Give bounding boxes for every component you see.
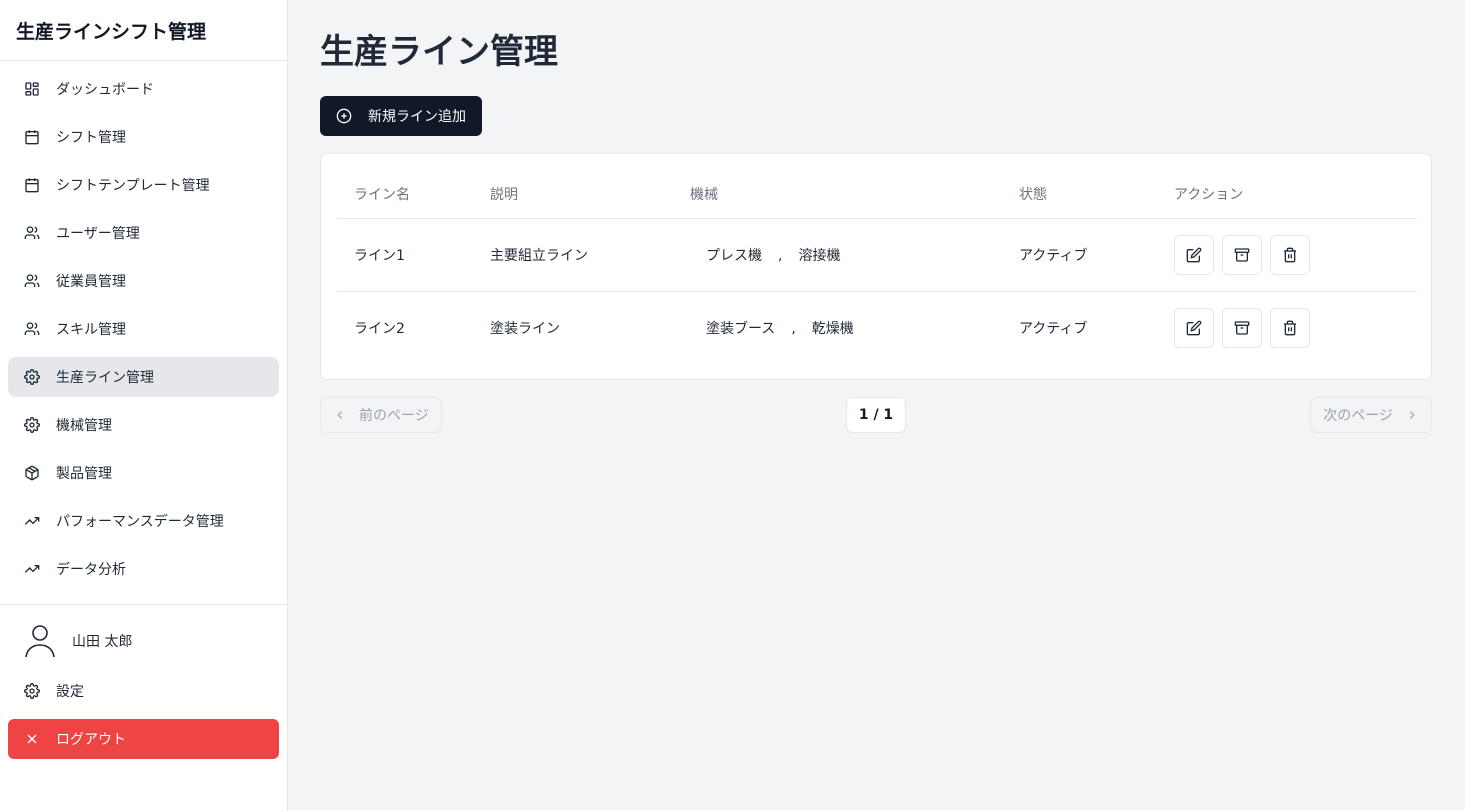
chevron-right-icon [1409, 411, 1415, 419]
delete-button[interactable] [1270, 307, 1310, 348]
sidebar-item-users[interactable]: ユーザー管理 [8, 213, 279, 253]
line-name: ライン1 [337, 218, 473, 292]
edit-button[interactable] [1174, 234, 1214, 275]
column-header-description: 説明 [473, 170, 673, 219]
column-header-name: ライン名 [337, 170, 473, 219]
table-header-row: ライン名 説明 機械 状態 アクション [337, 170, 1417, 219]
machine-name: プレス機 [706, 247, 762, 264]
user-name: 山田 太郎 [72, 634, 133, 650]
chevron-left-icon [337, 411, 343, 419]
line-description: 塗装ライン [490, 320, 560, 337]
gear-icon [24, 417, 40, 433]
lines-table: ライン名 説明 機械 状態 アクション ライン1 主要組立ライン プレス機, 溶接… [337, 170, 1417, 364]
sidebar-item-label: パフォーマンスデータ管理 [56, 514, 224, 530]
sidebar-item-label: ダッシュボード [56, 82, 154, 98]
page-indicator: 1 / 1 [845, 397, 907, 433]
line-machines: 塗装ブース, 乾燥機 [673, 291, 1002, 364]
delete-button[interactable] [1270, 234, 1310, 275]
pagination: 前のページ 1 / 1 次のページ [320, 397, 1432, 433]
dashboard-icon [24, 81, 40, 97]
sidebar-item-machines[interactable]: 機械管理 [8, 405, 279, 445]
calendar-icon [24, 129, 40, 145]
sidebar: 生産ラインシフト管理 ダッシュボード シフト管理 シフトテンプレート管理 ユーザ… [0, 0, 288, 810]
user-area: 山田 太郎 設定 ログアウト [0, 605, 287, 767]
app-title: 生産ラインシフト管理 [0, 0, 287, 61]
edit-button[interactable] [1174, 307, 1214, 348]
add-line-button[interactable]: 新規ライン追加 [320, 96, 482, 136]
sidebar-item-production-lines[interactable]: 生産ライン管理 [8, 357, 279, 397]
users-icon [24, 225, 40, 241]
sidebar-item-shift-templates[interactable]: シフトテンプレート管理 [8, 165, 279, 205]
column-header-machines: 機械 [673, 170, 1002, 219]
line-name: ライン2 [354, 320, 405, 337]
edit-icon [1186, 320, 1202, 336]
settings-link[interactable]: 設定 [8, 671, 279, 711]
sidebar-item-label: 生産ライン管理 [56, 370, 154, 386]
archive-icon [1234, 321, 1250, 335]
sidebar-item-label: 機械管理 [56, 418, 112, 434]
archive-button[interactable] [1222, 307, 1262, 348]
logout-button[interactable]: ログアウト [8, 719, 279, 759]
main-content: 生産ライン管理 新規ライン追加 ライン名 説明 機械 状態 アクション ライン1… [288, 0, 1465, 810]
gear-icon [24, 369, 40, 385]
sidebar-item-dashboard[interactable]: ダッシュボード [8, 69, 279, 109]
line-actions [1157, 291, 1417, 364]
sidebar-item-label: 従業員管理 [56, 274, 126, 290]
user-icon [24, 623, 56, 659]
plus-circle-icon [336, 108, 352, 124]
machine-name: 溶接機 [798, 247, 841, 264]
machine-name: 乾燥機 [811, 320, 854, 337]
sidebar-item-skills[interactable]: スキル管理 [8, 309, 279, 349]
sidebar-item-label: シフト管理 [56, 130, 126, 146]
column-header-status: 状態 [1002, 170, 1157, 219]
lines-table-card: ライン名 説明 機械 状態 アクション ライン1 主要組立ライン プレス機, 溶接… [320, 153, 1432, 380]
sidebar-item-employees[interactable]: 従業員管理 [8, 261, 279, 301]
next-page-label: 次のページ [1323, 408, 1393, 424]
line-status: アクティブ [1019, 320, 1088, 337]
edit-icon [1186, 247, 1202, 262]
sidebar-item-label: ユーザー管理 [56, 226, 140, 242]
users-icon [24, 321, 40, 337]
trending-up-icon [24, 561, 40, 577]
logout-label: ログアウト [56, 732, 126, 748]
sidebar-item-shifts[interactable]: シフト管理 [8, 117, 279, 157]
sidebar-item-products[interactable]: 製品管理 [8, 453, 279, 493]
trash-icon [1284, 247, 1296, 262]
settings-label: 設定 [56, 684, 84, 700]
prev-page-label: 前のページ [359, 408, 429, 424]
page-title: 生産ライン管理 [320, 32, 558, 72]
sidebar-item-label: スキル管理 [56, 322, 126, 338]
machine-name: 塗装ブース [706, 320, 776, 337]
line-actions [1157, 218, 1417, 292]
table-row: ライン2 塗装ライン 塗装ブース, 乾燥機 アクティブ [337, 291, 1417, 364]
sidebar-item-performance[interactable]: パフォーマンスデータ管理 [8, 501, 279, 541]
next-page-button[interactable]: 次のページ [1310, 397, 1432, 433]
line-status: アクティブ [1002, 218, 1157, 292]
line-description: 主要組立ライン [473, 218, 673, 292]
prev-page-button[interactable]: 前のページ [320, 397, 442, 433]
sidebar-item-label: シフトテンプレート管理 [56, 178, 210, 194]
line-machines: プレス機, 溶接機 [673, 218, 1002, 292]
machine-separator: , [778, 247, 783, 264]
machine-separator: , [791, 320, 796, 337]
user-profile[interactable]: 山田 太郎 [8, 613, 279, 669]
trending-up-icon [24, 513, 40, 529]
archive-icon [1234, 247, 1250, 262]
sidebar-item-label: 製品管理 [56, 466, 112, 482]
table-row: ライン1 主要組立ライン プレス機, 溶接機 アクティブ [337, 218, 1417, 292]
users-icon [24, 273, 40, 289]
sidebar-nav: ダッシュボード シフト管理 シフトテンプレート管理 ユーザー管理 従業員管理 ス… [0, 61, 287, 605]
column-header-actions: アクション [1157, 170, 1417, 219]
add-line-label: 新規ライン追加 [368, 109, 466, 125]
gear-icon [24, 683, 40, 699]
box-icon [24, 465, 40, 481]
archive-button[interactable] [1222, 234, 1262, 275]
trash-icon [1284, 320, 1296, 336]
close-icon [24, 731, 40, 747]
calendar-icon [24, 177, 40, 193]
sidebar-item-analytics[interactable]: データ分析 [8, 549, 279, 589]
sidebar-item-label: データ分析 [56, 562, 126, 578]
